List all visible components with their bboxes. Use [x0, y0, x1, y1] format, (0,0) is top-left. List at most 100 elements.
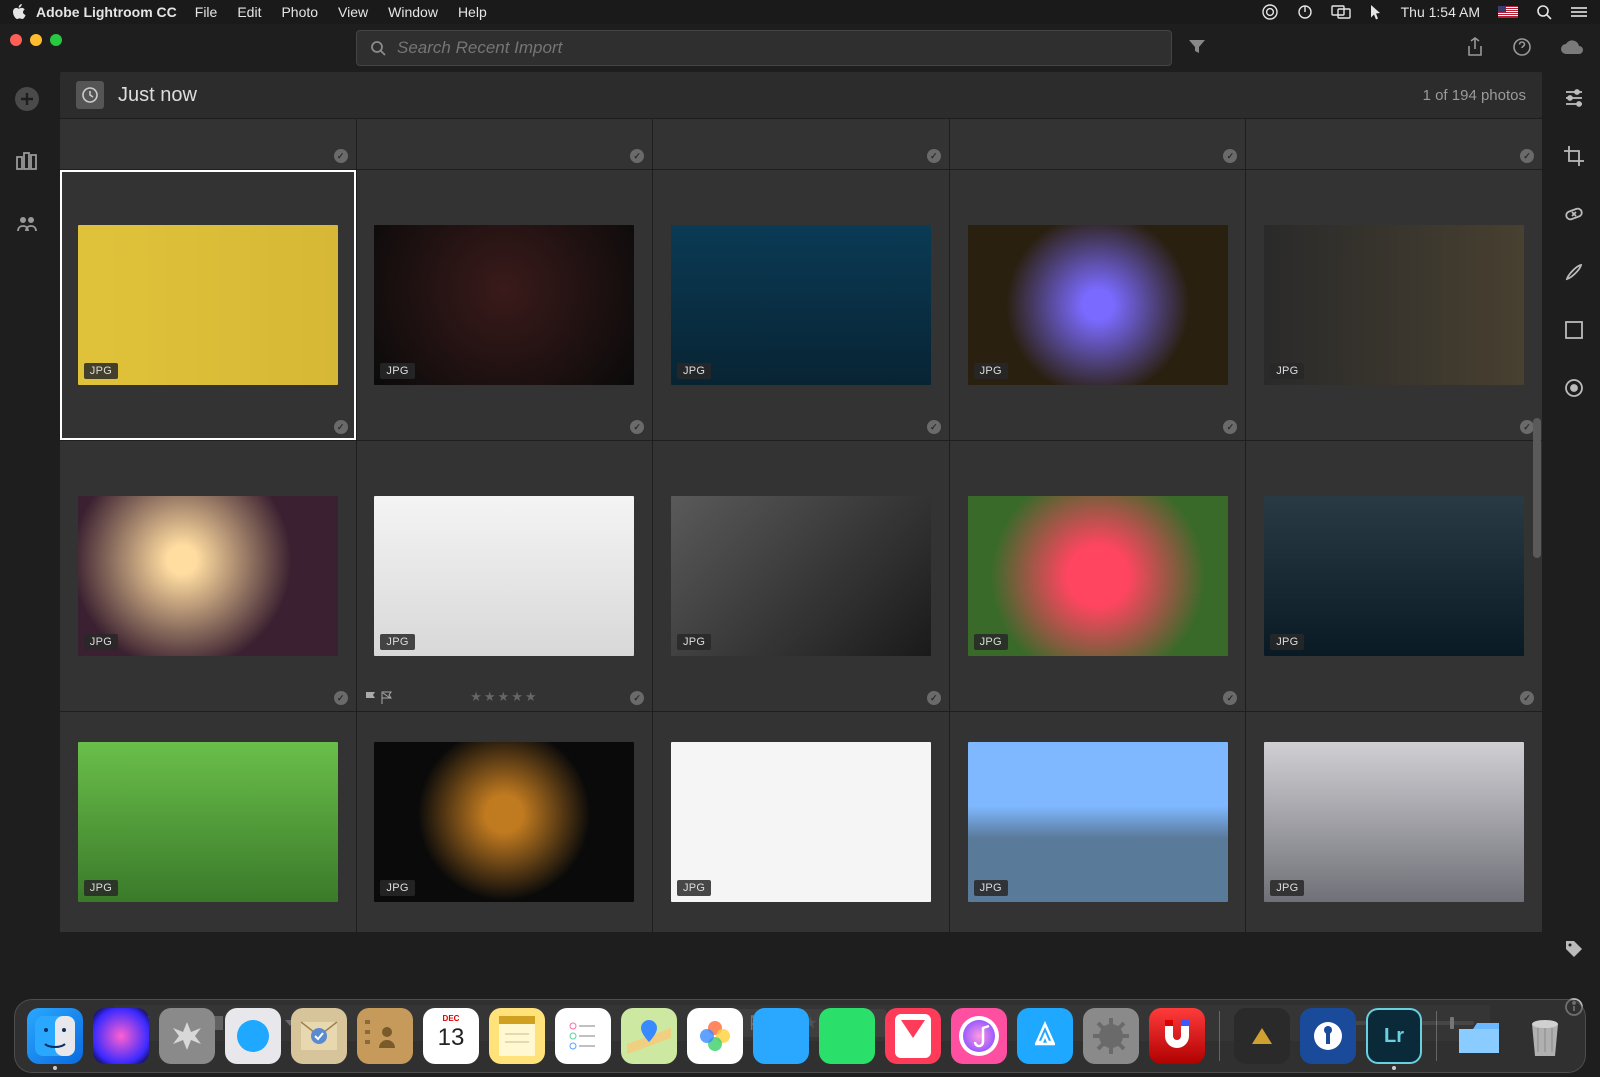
window-zoom-button[interactable] [50, 34, 62, 46]
photo-cell[interactable]: JPG [950, 441, 1246, 711]
dock-app-generic-1[interactable] [1234, 1008, 1290, 1064]
dock-notes[interactable] [489, 1008, 545, 1064]
spotlight-icon[interactable] [1536, 4, 1552, 20]
photo-cell[interactable]: JPG [60, 441, 356, 711]
dock-launchpad[interactable] [159, 1008, 215, 1064]
thumbnail: JPG [1264, 742, 1524, 902]
format-badge: JPG [974, 634, 1008, 650]
thumbnail: JPG [1264, 225, 1524, 385]
menu-photo[interactable]: Photo [281, 4, 318, 20]
photo-cell[interactable]: JPG [357, 712, 653, 932]
dock-trash[interactable] [1517, 1008, 1573, 1064]
control-center-icon[interactable] [1570, 6, 1588, 18]
photo-cell-partial[interactable] [60, 119, 356, 169]
dock-maps[interactable] [621, 1008, 677, 1064]
photo-cell[interactable]: JPG [1246, 712, 1542, 932]
edit-panel-button[interactable] [1560, 84, 1588, 112]
window-minimize-button[interactable] [30, 34, 42, 46]
dock-1password[interactable] [1300, 1008, 1356, 1064]
crop-button[interactable] [1560, 142, 1588, 170]
help-button[interactable] [1512, 37, 1532, 60]
flag-icon[interactable] [1498, 6, 1518, 18]
add-photos-button[interactable] [12, 84, 42, 114]
sync-indicator-icon [927, 691, 941, 705]
healing-button[interactable] [1560, 200, 1588, 228]
photo-cell[interactable]: JPG [1246, 441, 1542, 711]
format-badge: JPG [1270, 363, 1304, 379]
cursor-icon[interactable] [1369, 4, 1383, 20]
share-button[interactable] [1466, 37, 1484, 60]
radial-gradient-button[interactable] [1560, 374, 1588, 402]
dock-messages[interactable] [753, 1008, 809, 1064]
photo-cell[interactable]: JPG [1246, 170, 1542, 440]
my-photos-button[interactable] [12, 146, 42, 176]
sync-indicator-icon [630, 149, 644, 163]
dock-finder[interactable] [27, 1008, 83, 1064]
thumbnail: JPG [374, 225, 634, 385]
power-icon[interactable] [1297, 4, 1313, 20]
photo-cell-partial[interactable] [1246, 119, 1542, 169]
dock-itunes[interactable] [951, 1008, 1007, 1064]
dock-contacts[interactable] [357, 1008, 413, 1064]
dock-lightroom[interactable]: Lr [1366, 1008, 1422, 1064]
dock-mail[interactable] [291, 1008, 347, 1064]
menubar-clock[interactable]: Thu 1:54 AM [1401, 4, 1480, 20]
photo-cell[interactable]: JPG ★★★★★ [357, 441, 653, 711]
photo-cell[interactable]: JPG [60, 170, 356, 440]
dock-siri[interactable] [93, 1008, 149, 1064]
format-badge: JPG [380, 634, 414, 650]
dock-safari[interactable] [225, 1008, 281, 1064]
menu-help[interactable]: Help [458, 4, 487, 20]
dock-system-prefs[interactable] [1083, 1008, 1139, 1064]
photo-cell-partial[interactable] [357, 119, 653, 169]
keywords-button[interactable] [1560, 935, 1588, 963]
photo-cell[interactable]: JPG [653, 441, 949, 711]
apple-menu-icon[interactable] [12, 4, 26, 20]
format-badge: JPG [380, 880, 414, 896]
dock-appstore[interactable] [1017, 1008, 1073, 1064]
photo-cell[interactable]: JPG [950, 712, 1246, 932]
menu-file[interactable]: File [195, 4, 218, 20]
dock-magnet[interactable] [1149, 1008, 1205, 1064]
photo-cell-partial[interactable] [950, 119, 1246, 169]
sync-indicator-icon [1223, 420, 1237, 434]
menu-window[interactable]: Window [388, 4, 438, 20]
dock-reminders[interactable] [555, 1008, 611, 1064]
app-name[interactable]: Adobe Lightroom CC [36, 4, 177, 20]
cc-status-icon[interactable] [1261, 3, 1279, 21]
dock-photos[interactable] [687, 1008, 743, 1064]
photo-cell[interactable]: JPG [950, 170, 1246, 440]
dock-downloads[interactable] [1451, 1008, 1507, 1064]
photo-cell-partial[interactable] [653, 119, 949, 169]
menu-view[interactable]: View [338, 4, 368, 20]
dock-facetime[interactable] [819, 1008, 875, 1064]
linear-gradient-button[interactable] [1560, 316, 1588, 344]
grid-scrollbar[interactable] [1532, 118, 1542, 1041]
menu-edit[interactable]: Edit [237, 4, 261, 20]
dock-news[interactable] [885, 1008, 941, 1064]
dock-calendar[interactable]: DEC13 [423, 1008, 479, 1064]
filter-button[interactable] [1188, 39, 1206, 58]
photo-cell[interactable]: JPG [653, 712, 949, 932]
sync-indicator-icon [1223, 691, 1237, 705]
cloud-sync-button[interactable] [1560, 39, 1584, 58]
sharing-button[interactable] [12, 208, 42, 238]
brush-button[interactable] [1560, 258, 1588, 286]
photo-cell[interactable]: JPG [357, 170, 653, 440]
window-controls [10, 34, 62, 46]
star-rating-display: ★★★★★ [470, 689, 538, 705]
thumbnail: JPG [1264, 496, 1524, 656]
displays-icon[interactable] [1331, 5, 1351, 19]
thumbnail: JPG [78, 742, 338, 902]
search-field[interactable] [356, 30, 1172, 66]
thumbnail: JPG [968, 225, 1228, 385]
sync-indicator-icon [334, 149, 348, 163]
left-rail [0, 72, 54, 1041]
photo-cell[interactable]: JPG [60, 712, 356, 932]
format-badge: JPG [84, 880, 118, 896]
window-close-button[interactable] [10, 34, 22, 46]
photo-cell[interactable]: JPG [653, 170, 949, 440]
dock-separator-2 [1436, 1011, 1437, 1061]
sync-indicator-icon [927, 420, 941, 434]
search-input[interactable] [395, 37, 1159, 59]
